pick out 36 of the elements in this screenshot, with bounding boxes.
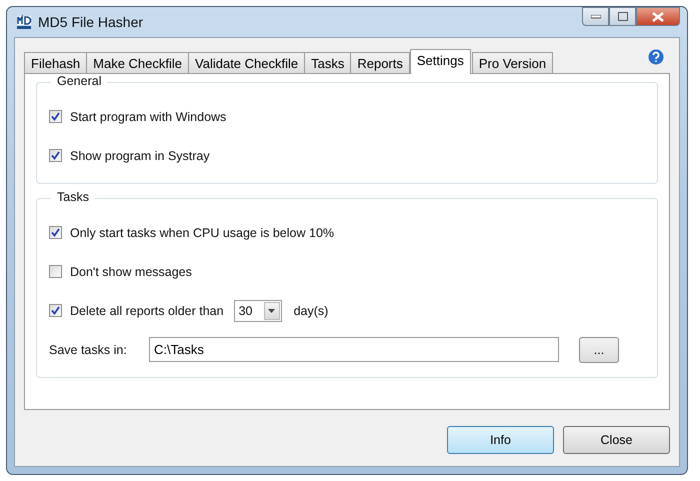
checkbox-label: Only start tasks when CPU usage is below 10% <box>70 226 334 240</box>
tab[interactable]: Make Checkfile <box>86 52 190 74</box>
tab[interactable]: Tasks <box>304 52 352 74</box>
group-title: Tasks <box>51 190 95 204</box>
dialog-button[interactable]: Close <box>563 426 670 454</box>
checkbox-label: Start program with Windows <box>70 110 226 124</box>
help-icon[interactable] <box>648 49 664 65</box>
browse-button[interactable]: ... <box>579 336 619 362</box>
dialog-button[interactable]: Info <box>447 426 554 454</box>
checkbox-label: Don't show messages <box>70 264 192 278</box>
unit-label: day(s) <box>294 304 328 318</box>
caret-icon <box>268 308 276 312</box>
minimize-icon <box>590 14 600 18</box>
close-button[interactable] <box>636 7 680 26</box>
days-dropdown[interactable]: 30 <box>234 300 282 322</box>
tab[interactable]: Pro Version <box>472 52 554 74</box>
tab[interactable]: Validate Checkfile <box>188 52 306 74</box>
minimize-button[interactable] <box>582 7 609 26</box>
checkbox[interactable] <box>49 265 62 278</box>
close-icon <box>652 12 664 22</box>
checkbox[interactable] <box>49 304 62 317</box>
checkbox-label: Show program in Systray <box>70 148 210 162</box>
group-title: General <box>51 74 108 88</box>
app-logo-icon <box>16 14 32 30</box>
checkbox-label: Delete all reports older than <box>70 304 224 318</box>
maximize-icon <box>618 12 628 21</box>
tab[interactable]: Settings <box>410 49 471 74</box>
maximize-button[interactable] <box>609 7 636 26</box>
window-title: MD5 File Hasher <box>38 14 144 30</box>
field-label: Save tasks in: <box>49 342 128 356</box>
tab[interactable]: Filehash <box>24 52 88 74</box>
checkbox[interactable] <box>49 149 62 162</box>
checkbox[interactable] <box>49 226 62 239</box>
path-field[interactable]: C:\Tasks <box>149 337 559 362</box>
tab[interactable]: Reports <box>350 52 410 74</box>
checkbox[interactable] <box>49 110 62 123</box>
